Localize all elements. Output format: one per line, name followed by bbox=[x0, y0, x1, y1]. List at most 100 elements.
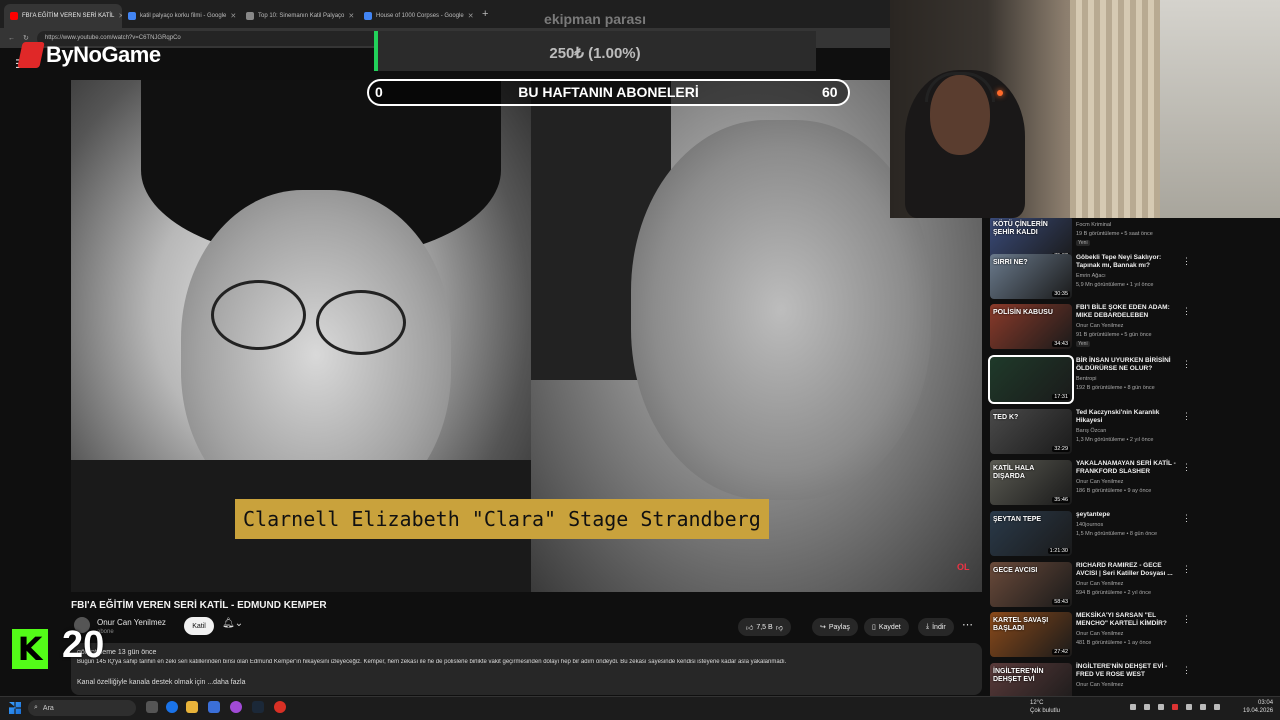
close-tab-icon[interactable]: ✕ bbox=[348, 12, 354, 20]
reload-icon[interactable]: ↻ bbox=[23, 34, 29, 42]
video-duration: 35:46 bbox=[1052, 497, 1070, 503]
video-thumbnail[interactable]: TED K? 32:29 bbox=[990, 409, 1072, 454]
recommended-title[interactable]: YAKALANAMAYAN SERİ KATİL - FRANKFORD SLA… bbox=[1076, 460, 1176, 476]
recommended-video[interactable]: KARTEL SAVAŞI BAŞLADI 27:42 MEKSİKA'YI SAR… bbox=[988, 610, 1193, 660]
download-icon: ⤓ bbox=[926, 623, 930, 630]
recommended-title[interactable]: Ted Kaczynski'nin Karanlık Hikayesi bbox=[1076, 409, 1176, 425]
share-icon: ↪ bbox=[820, 624, 826, 631]
video-thumbnail[interactable]: KARTEL SAVAŞI BAŞLADI 27:42 bbox=[990, 612, 1072, 657]
task-view-icon[interactable] bbox=[146, 701, 158, 713]
video-thumbnail[interactable]: POLİSİN KABUSU 34:43 bbox=[990, 304, 1072, 349]
webcam-window bbox=[1160, 0, 1280, 218]
video-thumbnail[interactable]: ŞEYTAN TEPE 1:21:30 bbox=[990, 511, 1072, 556]
weather-desc: Çok bulutlu bbox=[1030, 708, 1061, 714]
video-thumbnail[interactable]: 17:31 bbox=[988, 355, 1074, 404]
file-explorer-icon[interactable] bbox=[186, 701, 198, 713]
recommended-video[interactable]: 17:31 BİR İNSAN UYURKEN BİRİSİNİ ÖLDÜRÜRS… bbox=[988, 355, 1193, 405]
recommended-channel[interactable]: 140journos bbox=[1076, 522, 1103, 528]
more-options-icon[interactable]: ⋮ bbox=[1182, 306, 1191, 317]
close-tab-icon[interactable]: ✕ bbox=[230, 12, 236, 20]
thumbnail-text: TED K? bbox=[993, 414, 1019, 421]
recommended-channel[interactable]: Barış Özcan bbox=[1076, 428, 1106, 434]
recommended-channel[interactable]: Onur Can Yenilmez bbox=[1076, 323, 1123, 329]
recommended-title[interactable]: RICHARD RAMIREZ - GECE AVCISI | Seri Kat… bbox=[1076, 562, 1176, 578]
recommended-title[interactable]: MEKSİKA'YI SARSAN "EL MENCHO" KARTELİ Kİ… bbox=[1076, 612, 1176, 628]
video-thumbnail[interactable]: KATİL HALA DIŞARDA 35:46 bbox=[990, 460, 1072, 505]
notification-bell-icon[interactable]: 🔔︎⌄ bbox=[222, 618, 243, 629]
like-button[interactable]: 👍︎ 7,5 B 👎︎ bbox=[738, 618, 791, 636]
video-thumbnail[interactable]: İNGİLTERE'NİN DEHŞET EVİ bbox=[990, 663, 1072, 696]
more-actions-icon[interactable]: ⋯ bbox=[962, 618, 973, 631]
tray-icon[interactable] bbox=[1144, 704, 1150, 710]
browser-tab-1[interactable]: katil palyaço korku filmi - Google ✕ bbox=[122, 4, 240, 28]
kick-viewer-count: 20 bbox=[62, 624, 105, 666]
more-options-icon[interactable]: ⋮ bbox=[1182, 665, 1191, 676]
recommended-channel[interactable]: Onur Can Yenilmez bbox=[1076, 581, 1123, 587]
video-duration: 58:43 bbox=[1052, 599, 1070, 605]
photo-face-right bbox=[631, 120, 931, 500]
clock-date: 19.04.2026 bbox=[1243, 708, 1274, 714]
download-button[interactable]: ⤓ İndir bbox=[918, 618, 954, 636]
recommended-channel[interactable]: Bentropi bbox=[1076, 376, 1097, 382]
recommended-channel[interactable]: Onur Can Yenilmez bbox=[1076, 479, 1123, 485]
recommended-video[interactable]: KATİL HALA DIŞARDA 35:46 YAKALANAMAYAN SER… bbox=[988, 458, 1193, 508]
recommended-title[interactable]: Göbekli Tepe Neyi Saklıyor: Tapınak mı, … bbox=[1076, 254, 1176, 270]
more-options-icon[interactable]: ⋮ bbox=[1182, 359, 1191, 370]
recommended-video[interactable]: ŞEYTAN TEPE 1:21:30 şeytantepe 140journos 1,… bbox=[988, 509, 1193, 559]
recommended-title[interactable]: BİR İNSAN UYURKEN BİRİSİNİ ÖLDÜRÜRSE NE … bbox=[1076, 357, 1176, 373]
store-icon[interactable] bbox=[208, 701, 220, 713]
thumbs-down-icon[interactable]: 👎︎ bbox=[776, 623, 783, 632]
tray-icon[interactable] bbox=[1186, 704, 1192, 710]
more-options-icon[interactable]: ⋮ bbox=[1182, 462, 1191, 473]
steam-icon[interactable] bbox=[252, 701, 264, 713]
membership-tag-button[interactable]: Katil bbox=[184, 617, 214, 635]
recommended-video[interactable]: SIRRI NE? 30:35 Göbekli Tepe Neyi Saklıyor… bbox=[988, 252, 1193, 302]
video-duration: 30:35 bbox=[1052, 291, 1070, 297]
recommended-video[interactable]: İNGİLTERE'NİN DEHŞET EVİ İNGİLTERE'NİN DE… bbox=[988, 661, 1193, 696]
tab-label: FBI'A EĞİTİM VEREN SERİ KATİL bbox=[22, 13, 115, 19]
wifi-icon[interactable] bbox=[1200, 704, 1206, 710]
app-icon[interactable] bbox=[230, 701, 242, 713]
channel-watermark: OL bbox=[957, 562, 970, 572]
tab-label: Top 10: Sinemanın Katil Palyaço bbox=[258, 13, 345, 19]
recommended-title[interactable]: FBI'I BİLE ŞOKE EDEN ADAM: MIKE DEBARDEL… bbox=[1076, 304, 1176, 320]
share-button[interactable]: ↪ Paylaş bbox=[812, 618, 858, 636]
video-thumbnail[interactable]: GECE AVCISI 58:43 bbox=[990, 562, 1072, 607]
channel-name[interactable]: Onur Can Yenilmez bbox=[97, 618, 166, 627]
video-player[interactable]: Clarnell Elizabeth "Clara" Stage Strandb… bbox=[71, 80, 982, 592]
volume-icon[interactable] bbox=[1214, 704, 1220, 710]
recommended-channel[interactable]: Focm Kriminal bbox=[1076, 222, 1111, 228]
taskbar-search[interactable]: ⌕ Ara bbox=[28, 700, 136, 716]
weather-widget[interactable]: 12°C Çok bulutlu bbox=[1030, 699, 1060, 715]
more-options-icon[interactable]: ⋮ bbox=[1182, 256, 1191, 267]
video-thumbnail[interactable]: SIRRI NE? 30:35 bbox=[990, 254, 1072, 299]
taskbar-search-placeholder: Ara bbox=[42, 704, 54, 712]
recommended-channel[interactable]: Onur Can Yenilmez bbox=[1076, 631, 1123, 637]
browser-tab-0[interactable]: FBI'A EĞİTİM VEREN SERİ KATİL ✕ bbox=[4, 4, 122, 28]
save-button[interactable]: ▯ Kaydet bbox=[864, 618, 909, 636]
recommended-video[interactable]: GECE AVCISI 58:43 RICHARD RAMIREZ - GECE A… bbox=[988, 560, 1193, 610]
recommended-video[interactable]: TED K? 32:29 Ted Kaczynski'nin Karanlık Hi… bbox=[988, 407, 1193, 457]
taskbar-clock[interactable]: 03:04 19.04.2026 bbox=[1243, 699, 1273, 715]
browser-tab-2[interactable]: Top 10: Sinemanın Katil Palyaço ✕ bbox=[240, 4, 358, 28]
recommended-channel[interactable]: Emrin Ağacı bbox=[1076, 273, 1106, 279]
tray-icon[interactable] bbox=[1172, 704, 1178, 710]
kick-logo-icon: K bbox=[12, 629, 48, 669]
description-box[interactable] bbox=[71, 643, 982, 695]
recommended-title[interactable]: İNGİLTERE'NİN DEHŞET EVİ - FRED VE ROSE … bbox=[1076, 663, 1176, 679]
more-options-icon[interactable]: ⋮ bbox=[1182, 614, 1191, 625]
tray-icon[interactable] bbox=[1130, 704, 1136, 710]
recommended-title[interactable]: şeytantepe bbox=[1076, 511, 1176, 519]
description-more-link[interactable]: Kanal özelliğiyle kanala destek olmak iç… bbox=[77, 679, 246, 686]
more-options-icon[interactable]: ⋮ bbox=[1182, 513, 1191, 524]
tab-label: katil palyaço korku filmi - Google bbox=[140, 13, 227, 19]
chrome-icon[interactable] bbox=[274, 701, 286, 713]
recommended-video[interactable]: POLİSİN KABUSU 34:43 FBI'I BİLE ŞOKE EDEN … bbox=[988, 302, 1193, 352]
recommended-channel[interactable]: Onur Can Yenilmez bbox=[1076, 682, 1123, 688]
tray-icon[interactable] bbox=[1158, 704, 1164, 710]
more-options-icon[interactable]: ⋮ bbox=[1182, 564, 1191, 575]
back-icon[interactable]: ← bbox=[8, 35, 15, 42]
more-options-icon[interactable]: ⋮ bbox=[1182, 411, 1191, 422]
url-text: https://www.youtube.com/watch?v=C6TNJGRq… bbox=[44, 35, 181, 41]
edge-icon[interactable] bbox=[166, 701, 178, 713]
